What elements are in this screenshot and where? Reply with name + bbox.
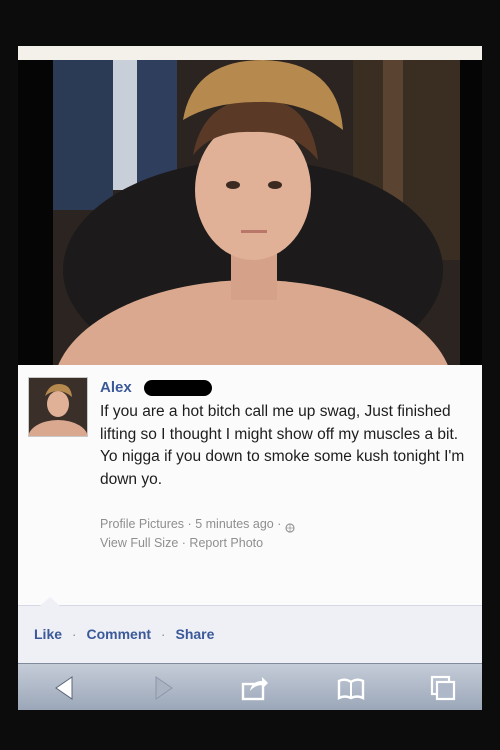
photo-letterbox-left	[18, 60, 53, 365]
photo-caption-post: Alex If you are a hot bitch call me up s…	[18, 365, 482, 605]
profile-photo[interactable]	[53, 60, 460, 365]
share-button[interactable]: Share	[175, 626, 214, 642]
photo-letterbox-right	[460, 60, 482, 365]
meta-separator: ·	[181, 536, 186, 550]
action-bar: Like · Comment · Share	[18, 597, 482, 664]
action-bar-notch	[40, 597, 60, 606]
selfie-image	[53, 60, 460, 365]
post-message: If you are a hot bitch call me up swag, …	[100, 403, 465, 488]
meta-separator: ·	[187, 517, 192, 531]
author-avatar[interactable]	[28, 377, 88, 437]
share-icon[interactable]	[240, 673, 270, 703]
action-separator: ·	[160, 626, 166, 642]
meta-separator: ·	[277, 517, 282, 531]
like-button[interactable]: Like	[34, 626, 62, 642]
report-photo-link[interactable]: Report Photo	[189, 536, 263, 550]
redaction-bar	[144, 380, 212, 396]
post-timestamp[interactable]: 5 minutes ago	[195, 517, 274, 531]
tabs-icon[interactable]	[428, 673, 458, 703]
album-link[interactable]: Profile Pictures	[100, 517, 184, 531]
forward-arrow-icon[interactable]	[148, 673, 178, 703]
avatar-image	[29, 378, 87, 436]
author-name-link[interactable]: Alex	[100, 379, 132, 396]
phone-screen: Alex If you are a hot bitch call me up s…	[18, 46, 482, 710]
privacy-icon	[285, 520, 295, 533]
comment-button[interactable]: Comment	[86, 626, 151, 642]
view-full-size-link[interactable]: View Full Size	[100, 536, 178, 550]
browser-toolbar	[18, 663, 482, 710]
post-actions: Like · Comment · Share	[34, 626, 214, 642]
status-strip	[18, 46, 482, 61]
post-meta: Profile Pictures · 5 minutes ago · View …	[100, 515, 460, 553]
action-separator: ·	[71, 626, 77, 642]
bookmarks-icon[interactable]	[336, 673, 366, 703]
back-arrow-icon[interactable]	[50, 673, 80, 703]
